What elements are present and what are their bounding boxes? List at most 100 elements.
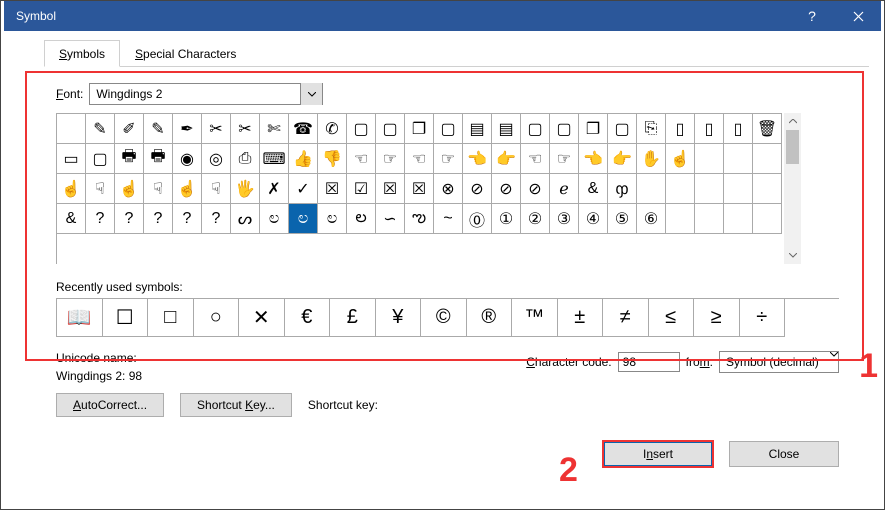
- tab-symbols[interactable]: Symbols: [44, 40, 120, 67]
- recent-symbol-cell[interactable]: 📖: [57, 299, 103, 337]
- symbol-cell[interactable]: ల: [347, 204, 376, 234]
- symbol-cell[interactable]: &: [579, 174, 608, 204]
- symbol-cell[interactable]: ▤: [463, 114, 492, 144]
- symbol-cell[interactable]: ⎘: [637, 114, 666, 144]
- symbol-cell[interactable]: 🖶: [115, 144, 144, 174]
- from-combo-chevron[interactable]: [830, 352, 838, 372]
- autocorrect-button[interactable]: AutoCorrect...: [56, 393, 164, 417]
- scroll-down-button[interactable]: [784, 247, 801, 264]
- symbol-cell[interactable]: [57, 114, 86, 144]
- symbol-cell[interactable]: ④: [579, 204, 608, 234]
- symbol-cell[interactable]: ✗: [260, 174, 289, 204]
- symbol-cell[interactable]: ⊘: [521, 174, 550, 204]
- scroll-thumb[interactable]: [786, 130, 799, 164]
- symbol-cell[interactable]: ✂: [202, 114, 231, 144]
- shortcut-key-button[interactable]: Shortcut Key...: [180, 393, 292, 417]
- font-input[interactable]: [90, 84, 300, 104]
- symbol-cell[interactable]: ☞: [434, 144, 463, 174]
- symbol-cell[interactable]: ☟: [86, 174, 115, 204]
- symbol-cell[interactable]: ⊗: [434, 174, 463, 204]
- symbol-cell[interactable]: ✒: [173, 114, 202, 144]
- symbol-cell[interactable]: ☜: [521, 144, 550, 174]
- symbol-cell[interactable]: ✓: [289, 174, 318, 204]
- symbol-cell[interactable]: ▢: [347, 114, 376, 144]
- symbol-cell[interactable]: 👎: [318, 144, 347, 174]
- character-code-input[interactable]: [618, 352, 680, 372]
- symbol-cell[interactable]: ❐: [405, 114, 434, 144]
- symbol-cell[interactable]: [666, 204, 695, 234]
- symbol-cell[interactable]: ✐: [115, 114, 144, 144]
- symbol-cell[interactable]: ▯: [666, 114, 695, 144]
- symbol-cell[interactable]: ?: [115, 204, 144, 234]
- symbol-cell[interactable]: 🖶: [144, 144, 173, 174]
- symbol-cell[interactable]: ▢: [608, 114, 637, 144]
- symbol-cell[interactable]: ಲ: [318, 204, 347, 234]
- symbol-cell[interactable]: ಲ: [289, 204, 318, 234]
- recent-symbol-cell[interactable]: ™: [512, 299, 558, 337]
- symbol-cell[interactable]: ✄: [260, 114, 289, 144]
- help-button[interactable]: ?: [789, 1, 835, 31]
- symbol-cell[interactable]: [666, 174, 695, 204]
- symbol-cell[interactable]: ▯: [695, 114, 724, 144]
- symbol-cell[interactable]: 👈: [579, 144, 608, 174]
- symbol-cell[interactable]: [753, 204, 782, 234]
- symbol-cell[interactable]: ▢: [376, 114, 405, 144]
- recent-symbol-cell[interactable]: ≠: [603, 299, 649, 337]
- symbol-cell[interactable]: ▢: [550, 114, 579, 144]
- symbol-cell[interactable]: ☑: [347, 174, 376, 204]
- symbol-cell[interactable]: ☝: [115, 174, 144, 204]
- scroll-up-button[interactable]: [784, 113, 801, 130]
- symbol-cell[interactable]: [753, 174, 782, 204]
- symbol-cell[interactable]: ▢: [434, 114, 463, 144]
- symbol-cell[interactable]: ⎙: [231, 144, 260, 174]
- symbol-cell[interactable]: ☟: [144, 174, 173, 204]
- symbol-cell[interactable]: ✋: [637, 144, 666, 174]
- symbol-cell[interactable]: ?: [86, 204, 115, 234]
- recent-symbol-cell[interactable]: ≥: [694, 299, 740, 337]
- recent-symbol-cell[interactable]: ≤: [649, 299, 695, 337]
- symbol-cell[interactable]: [724, 174, 753, 204]
- symbol-cell[interactable]: ?: [173, 204, 202, 234]
- symbol-cell[interactable]: ⌨: [260, 144, 289, 174]
- recent-symbol-cell[interactable]: £: [330, 299, 376, 337]
- recent-symbol-cell[interactable]: ¥: [376, 299, 422, 337]
- symbol-cell[interactable]: ▭: [57, 144, 86, 174]
- symbol-cell[interactable]: ▤: [492, 114, 521, 144]
- symbol-cell[interactable]: ◉: [173, 144, 202, 174]
- symbol-cell[interactable]: 👉: [492, 144, 521, 174]
- symbol-cell[interactable]: ③: [550, 204, 579, 234]
- symbol-cell[interactable]: ☒: [405, 174, 434, 204]
- insert-button[interactable]: Insert: [603, 441, 713, 467]
- recent-symbol-cell[interactable]: €: [285, 299, 331, 337]
- symbol-cell[interactable]: [753, 144, 782, 174]
- symbol-cell[interactable]: ②: [521, 204, 550, 234]
- from-input[interactable]: [720, 352, 830, 372]
- symbol-cell[interactable]: ☒: [318, 174, 347, 204]
- symbol-cell[interactable]: ①: [492, 204, 521, 234]
- symbol-cell[interactable]: ಲ: [260, 204, 289, 234]
- symbol-cell[interactable]: 🗑: [753, 114, 782, 144]
- symbol-cell[interactable]: [724, 144, 753, 174]
- symbol-cell[interactable]: 🖐: [231, 174, 260, 204]
- recent-symbol-cell[interactable]: ☐: [103, 299, 149, 337]
- symbol-cell[interactable]: ⊘: [463, 174, 492, 204]
- symbol-cell[interactable]: ◎: [202, 144, 231, 174]
- symbol-cell[interactable]: ☝: [57, 174, 86, 204]
- symbol-cell[interactable]: ☞: [376, 144, 405, 174]
- symbol-cell[interactable]: ▢: [521, 114, 550, 144]
- symbol-cell[interactable]: ?: [202, 204, 231, 234]
- symbol-cell[interactable]: ☒: [376, 174, 405, 204]
- symbol-cell[interactable]: ☝: [173, 174, 202, 204]
- symbol-cell[interactable]: ☞: [550, 144, 579, 174]
- symbol-cell[interactable]: ✆: [318, 114, 347, 144]
- symbol-cell[interactable]: ℯ: [550, 174, 579, 204]
- symbol-cell[interactable]: ☜: [405, 144, 434, 174]
- symbol-cell[interactable]: ☟: [202, 174, 231, 204]
- recent-symbol-cell[interactable]: ©: [421, 299, 467, 337]
- symbol-cell[interactable]: ⓪: [463, 204, 492, 234]
- symbol-cell[interactable]: ఌ: [405, 204, 434, 234]
- symbol-cell[interactable]: 👈: [463, 144, 492, 174]
- symbol-cell[interactable]: ჶ: [608, 174, 637, 204]
- font-combo-chevron[interactable]: [300, 83, 322, 105]
- symbol-cell[interactable]: ▯: [724, 114, 753, 144]
